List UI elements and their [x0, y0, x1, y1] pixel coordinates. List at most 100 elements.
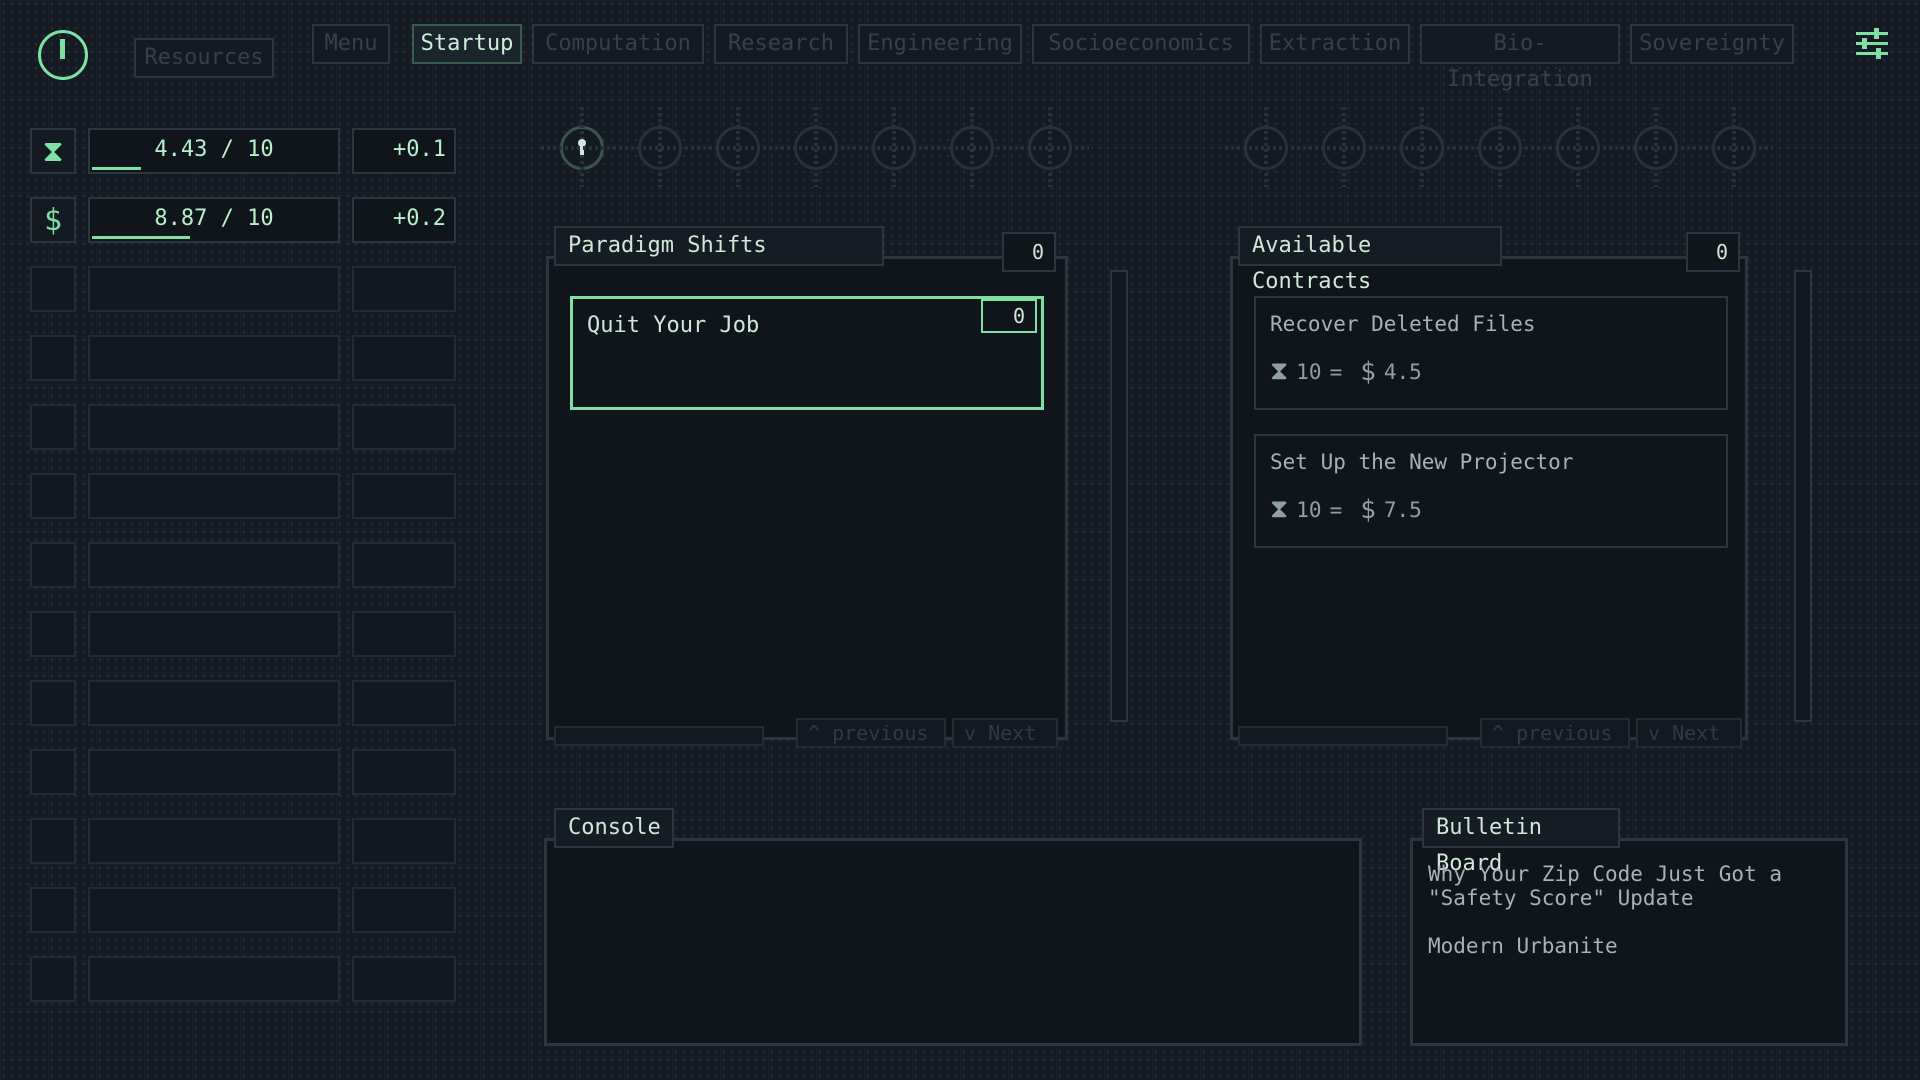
tech-node[interactable] [1693, 107, 1773, 187]
resource-value-text: 8.87 / 10 [154, 206, 274, 231]
tech-node[interactable] [1381, 107, 1461, 187]
contracts-next-button[interactable]: v Next [1636, 718, 1742, 748]
empty-slot [352, 818, 456, 864]
paradigm-title: Paradigm Shifts [554, 226, 884, 266]
empty-slot [30, 404, 76, 450]
console-title: Console [554, 808, 674, 848]
contracts-previous-button[interactable]: ^ previous [1480, 718, 1630, 748]
dollar-icon: $ [1360, 494, 1376, 525]
console-panel [544, 838, 1362, 1046]
tab-extraction[interactable]: Extraction [1260, 24, 1410, 64]
empty-slot [30, 818, 76, 864]
contract-card[interactable]: Set Up the New Projector ⧗ 10 = $ 7.5 [1254, 434, 1728, 548]
paradigm-next-button[interactable]: v Next [952, 718, 1058, 748]
paradigm-next-label: Next [988, 721, 1037, 745]
contract-title: Set Up the New Projector [1270, 450, 1574, 474]
empty-slot [88, 956, 340, 1002]
contracts-count: 0 [1686, 232, 1740, 272]
paradigm-count: 0 [1002, 232, 1056, 272]
empty-slot [352, 680, 456, 726]
tech-node[interactable] [931, 107, 1011, 187]
tech-node[interactable] [1009, 107, 1089, 187]
empty-slot [352, 542, 456, 588]
tab-engineering[interactable]: Engineering [858, 24, 1022, 64]
empty-slot [30, 956, 76, 1002]
contracts-scrollbar-v[interactable] [1794, 270, 1812, 722]
empty-slot [30, 749, 76, 795]
empty-slot [352, 956, 456, 1002]
empty-slot [352, 473, 456, 519]
empty-slot [352, 404, 456, 450]
contract-equals: = [1329, 359, 1343, 384]
resource-fill [92, 236, 190, 239]
contract-time-cost: 10 [1296, 359, 1322, 384]
empty-slot [88, 611, 340, 657]
tech-node[interactable] [1459, 107, 1539, 187]
hourglass-icon: ⧗ [30, 128, 76, 174]
empty-slot [88, 266, 340, 312]
tech-node[interactable] [775, 107, 855, 187]
tab-sovereignty[interactable]: Sovereignty [1630, 24, 1794, 64]
paradigm-scrollbar-h[interactable] [554, 726, 764, 746]
resource-rate: +0.2 [352, 197, 456, 243]
empty-slot [352, 335, 456, 381]
empty-slot [88, 818, 340, 864]
empty-slot [88, 887, 340, 933]
resource-value: 4.43 / 10 [88, 128, 340, 174]
contracts-previous-label: previous [1516, 721, 1613, 745]
resource-rate: +0.1 [352, 128, 456, 174]
tab-research[interactable]: Research [714, 24, 848, 64]
tab-socioeconomics[interactable]: Socioeconomics [1032, 24, 1250, 64]
hourglass-icon: ⧗ [1270, 494, 1289, 524]
paradigm-card-title: Quit Your Job [587, 313, 760, 338]
sliders-icon [1852, 26, 1892, 60]
contracts-next-label: Next [1672, 721, 1721, 745]
tech-node[interactable] [1537, 107, 1617, 187]
settings-button[interactable] [1852, 26, 1892, 60]
contract-equals: = [1329, 497, 1343, 522]
empty-slot [352, 611, 456, 657]
empty-slot [88, 542, 340, 588]
empty-slot [88, 404, 340, 450]
tech-node[interactable] [697, 107, 777, 187]
tech-node[interactable] [853, 107, 933, 187]
tech-node[interactable] [619, 107, 699, 187]
tech-node[interactable] [1303, 107, 1383, 187]
tech-node[interactable] [1615, 107, 1695, 187]
empty-slot [30, 611, 76, 657]
contracts-scrollbar-h[interactable] [1238, 726, 1448, 746]
paradigm-previous-label: previous [832, 721, 929, 745]
menu-tab[interactable]: Menu [312, 24, 390, 64]
contracts-title: Available Contracts [1238, 226, 1502, 294]
tech-node-active[interactable] [541, 107, 621, 187]
chevron-down-icon: v [1648, 721, 1673, 745]
hourglass-icon: ⧗ [1270, 356, 1289, 386]
resource-value: 8.87 / 10 [88, 197, 340, 243]
bulletin-source: Modern Urbanite [1428, 934, 1618, 958]
resources-label: Resources [134, 38, 274, 78]
bulletin-title: Bulletin Board [1422, 808, 1620, 876]
paradigm-card[interactable]: Quit Your Job 0 [570, 296, 1044, 410]
paradigm-previous-button[interactable]: ^ previous [796, 718, 946, 748]
empty-slot [352, 749, 456, 795]
resource-value-text: 4.43 / 10 [154, 137, 274, 162]
chevron-up-icon: ^ [1492, 721, 1517, 745]
empty-slot [352, 887, 456, 933]
resource-fill [92, 167, 141, 170]
tab-bio-integration[interactable]: Bio-Integration [1420, 24, 1620, 92]
tech-node[interactable] [1225, 107, 1305, 187]
bulletin-headline: Why Your Zip Code Just Got a "Safety Sco… [1428, 862, 1783, 910]
empty-slot [30, 680, 76, 726]
keyhole-icon [578, 139, 586, 147]
power-button[interactable] [38, 30, 88, 80]
tab-computation[interactable]: Computation [532, 24, 704, 64]
power-icon [60, 39, 65, 59]
paradigm-card-count: 0 [981, 299, 1037, 333]
contract-card[interactable]: Recover Deleted Files ⧗ 10 = $ 4.5 [1254, 296, 1728, 410]
tab-startup[interactable]: Startup [412, 24, 522, 64]
dollar-icon: $ [1360, 356, 1376, 387]
contract-reward: 7.5 [1383, 497, 1422, 522]
paradigm-scrollbar-v[interactable] [1110, 270, 1128, 722]
contract-cost: ⧗ 10 = $ 7.5 [1270, 494, 1422, 525]
empty-slot [352, 266, 456, 312]
